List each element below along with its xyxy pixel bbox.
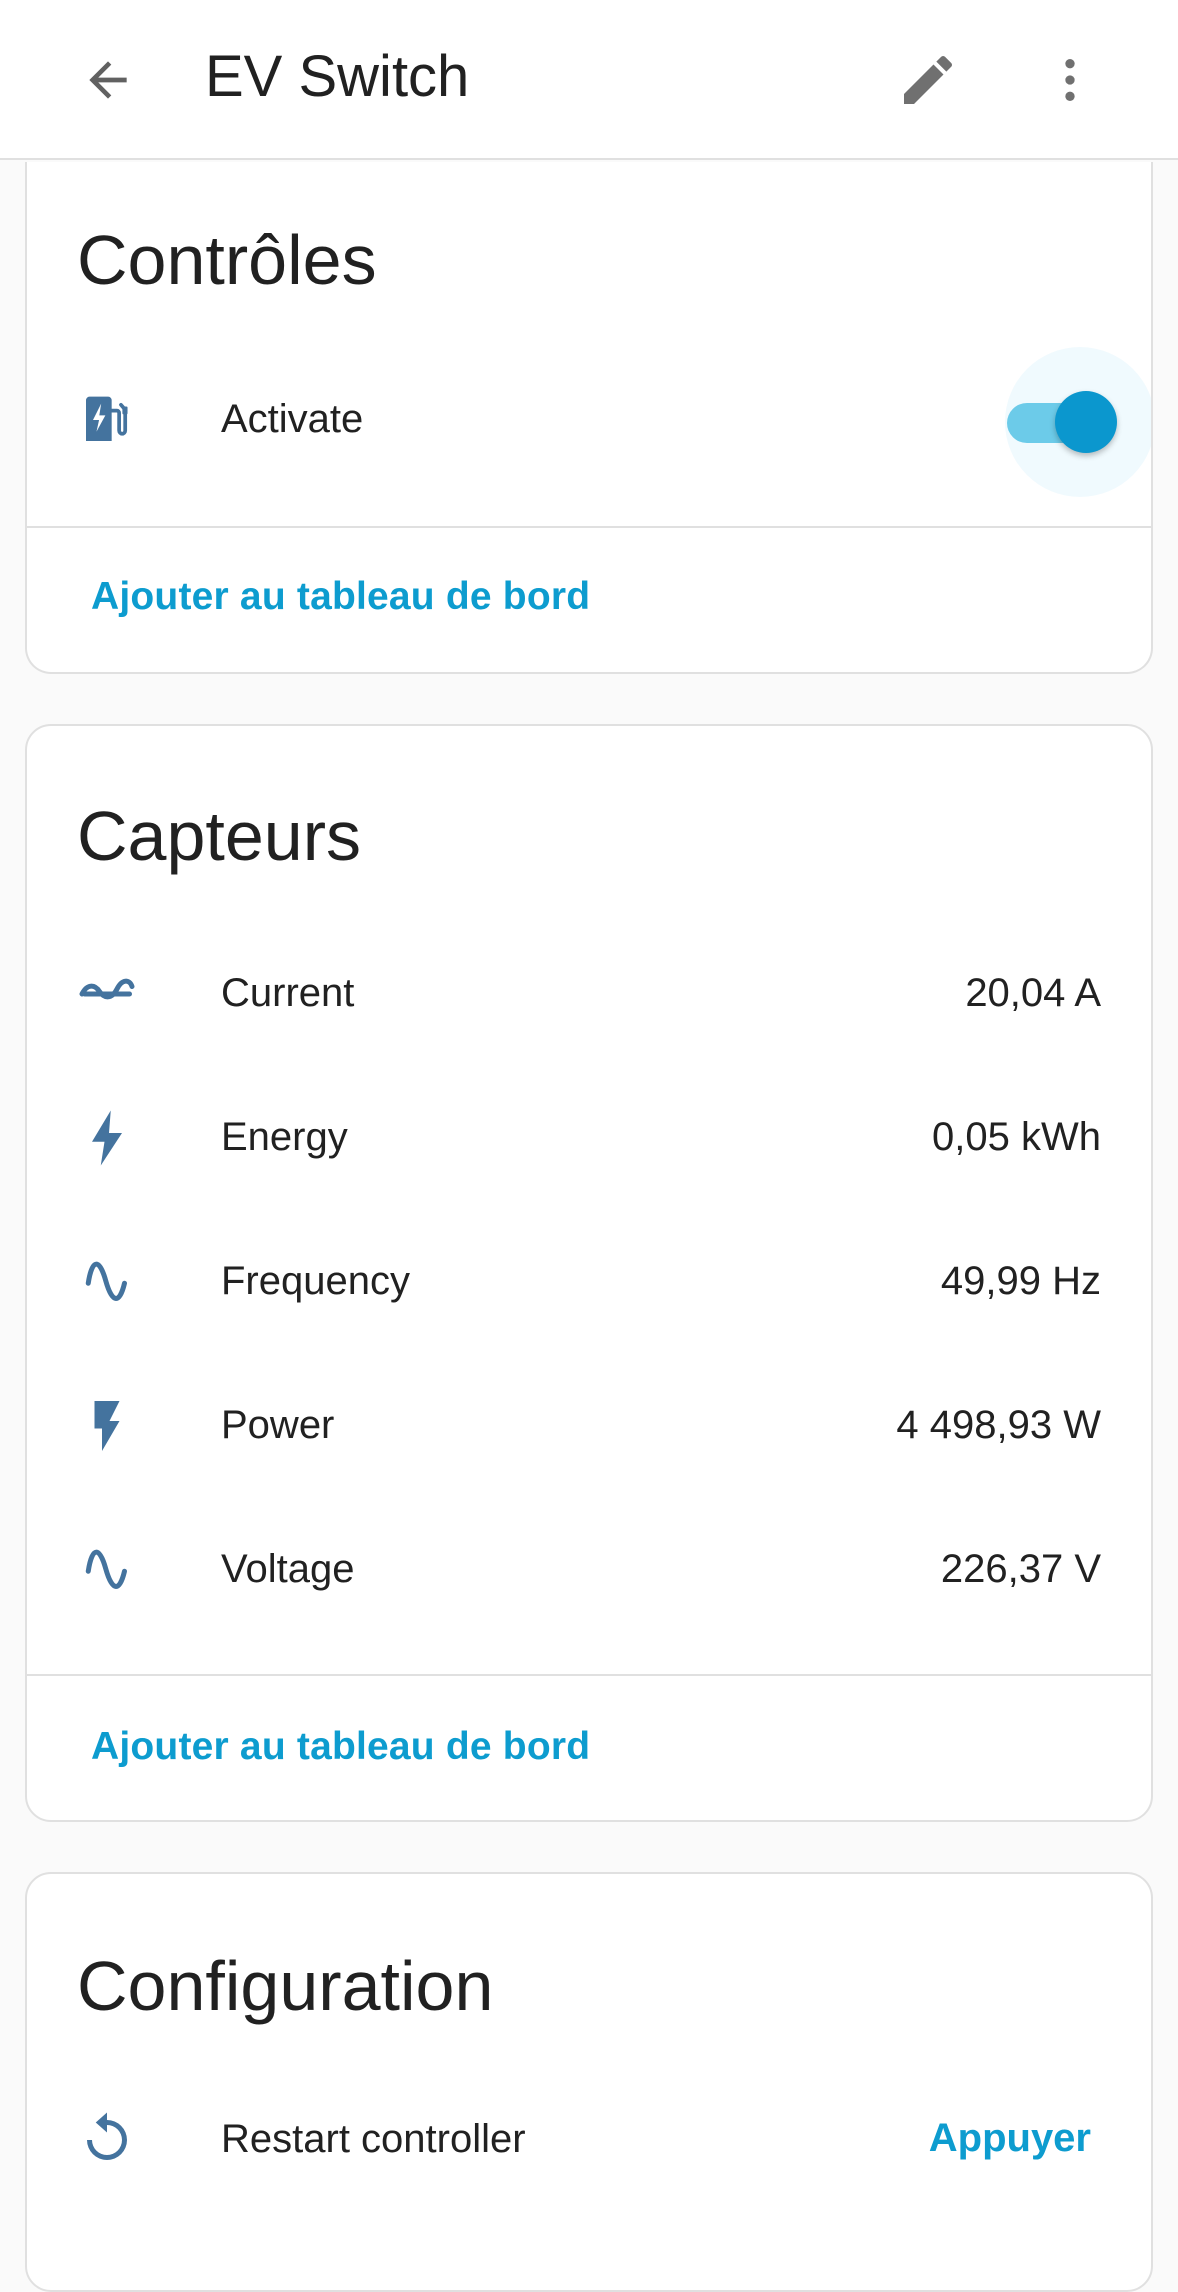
sensor-row-current[interactable]: Current 20,04 A (27, 942, 1151, 1042)
sensor-value: 20,04 A (965, 971, 1101, 1015)
dots-vertical-icon (1065, 59, 1075, 101)
card-title: Capteurs (77, 797, 362, 875)
press-button[interactable]: Appuyer (929, 2112, 1091, 2164)
divider (27, 526, 1151, 528)
more-options-button[interactable] (1040, 44, 1100, 116)
current-ac-icon (77, 964, 137, 1024)
sensor-row-frequency[interactable]: Frequency 49,99 Hz (27, 1230, 1151, 1330)
sensor-row-energy[interactable]: Energy 0,05 kWh (27, 1086, 1151, 1186)
add-to-dashboard-link[interactable]: Ajouter au tableau de bord (91, 1722, 590, 1772)
sensor-label: Energy (221, 1115, 348, 1159)
add-to-dashboard-link[interactable]: Ajouter au tableau de bord (91, 572, 590, 622)
ev-station-icon (77, 390, 137, 450)
restart-icon (77, 2110, 137, 2170)
sensor-label: Frequency (221, 1259, 410, 1303)
sine-wave-icon (77, 1540, 137, 1600)
config-row-restart: Restart controller Appuyer (27, 2088, 1151, 2188)
activate-toggle[interactable] (983, 347, 1151, 497)
lightning-bolt-icon (77, 1108, 137, 1168)
page-title: EV Switch (205, 44, 470, 109)
divider (27, 1674, 1151, 1676)
card-title: Configuration (77, 1947, 494, 2025)
sensors-card: Capteurs Current 20,04 A Energy 0,05 kWh… (25, 724, 1153, 1822)
sensor-label: Voltage (221, 1547, 355, 1591)
card-title: Contrôles (77, 221, 377, 299)
config-label: Restart controller (221, 2117, 526, 2161)
control-label: Activate (221, 397, 364, 441)
configuration-card: Configuration Restart controller Appuyer (25, 1872, 1153, 2292)
sine-wave-icon (77, 1252, 137, 1312)
sensor-label: Power (221, 1403, 335, 1447)
controls-card: Contrôles Activate Ajouter au tableau de… (25, 162, 1153, 674)
pencil-icon (904, 55, 953, 104)
back-button[interactable] (76, 48, 140, 112)
flash-icon (77, 1396, 137, 1456)
arrow-left-icon (89, 61, 127, 99)
sensor-value: 226,37 V (940, 1547, 1101, 1591)
edit-button[interactable] (892, 44, 964, 116)
sensor-row-power[interactable]: Power 4 498,93 W (27, 1374, 1151, 1474)
sensor-row-voltage[interactable]: Voltage 226,37 V (27, 1518, 1151, 1618)
sensor-value: 4 498,93 W (896, 1403, 1101, 1447)
sensor-value: 49,99 Hz (940, 1259, 1101, 1303)
sensor-value: 0,05 kWh (932, 1115, 1101, 1159)
top-app-bar: EV Switch (0, 0, 1178, 160)
sensor-label: Current (221, 971, 355, 1015)
